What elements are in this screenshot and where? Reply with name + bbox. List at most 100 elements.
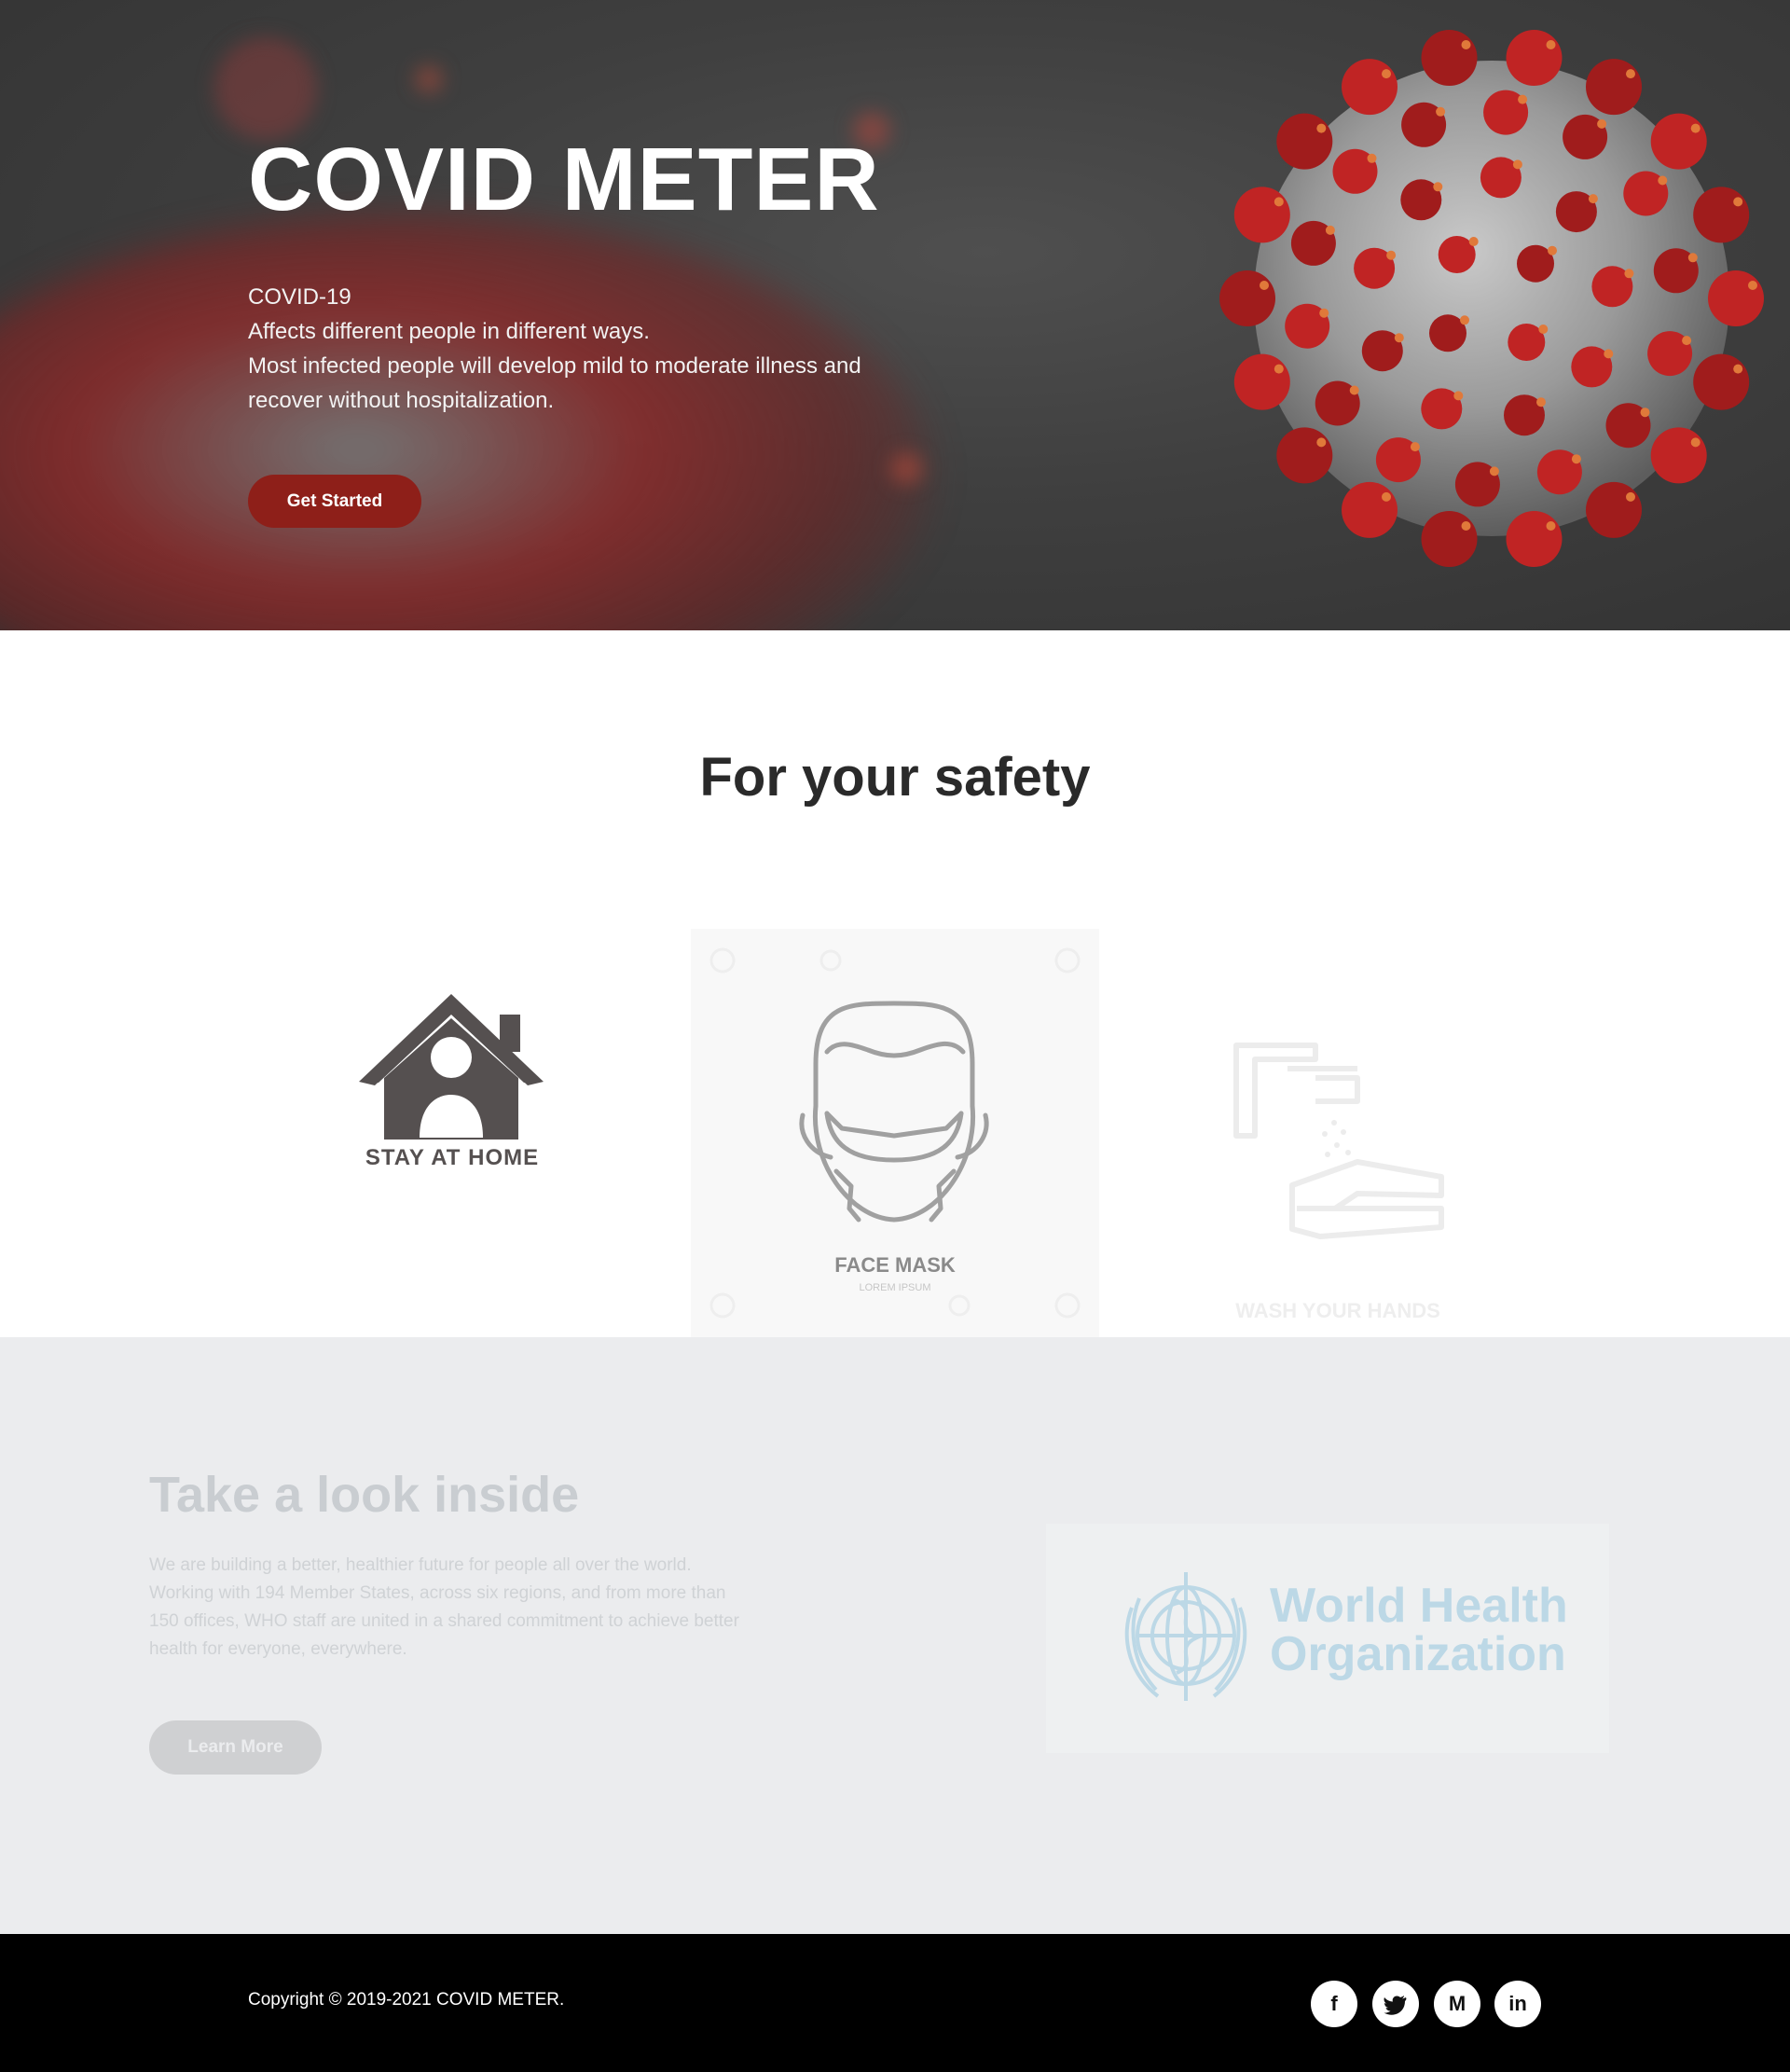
take-a-look-section: Take a look inside We are building a bet…	[0, 1337, 1790, 1934]
face-mask-card: FACE MASK LOREM IPSUM	[691, 929, 1099, 1337]
medium-icon[interactable]: M	[1434, 1981, 1480, 2027]
virus-protein	[1682, 336, 1692, 346]
virus-protein	[1316, 123, 1327, 133]
virus-spike	[1586, 59, 1642, 116]
hero-line: Most infected people will develop mild t…	[248, 353, 861, 379]
virus-protein	[1512, 159, 1522, 170]
twitter-bird-icon	[1384, 1996, 1407, 2015]
get-started-button[interactable]: Get Started	[248, 475, 421, 528]
hero-line: Affects different people in different wa…	[248, 319, 650, 344]
virus-spike	[1233, 353, 1290, 410]
virus-protein	[1349, 385, 1359, 395]
wash-hands-card: WASH YOUR HANDS	[1134, 929, 1542, 1337]
virus-protein	[1410, 442, 1420, 452]
virus-protein	[1604, 349, 1614, 359]
card-label: FACE MASK	[834, 1253, 956, 1277]
virus-protein	[1367, 153, 1377, 163]
virus-protein	[1687, 253, 1698, 263]
virus-spike	[1233, 186, 1290, 243]
virus-spike	[1693, 186, 1750, 243]
card-label: WASH YOUR HANDS	[1235, 1299, 1440, 1322]
who-logo-line: Organization	[1270, 1627, 1566, 1681]
blur-particle	[890, 452, 923, 485]
facebook-icon[interactable]: f	[1311, 1981, 1357, 2027]
coronavirus-image	[1219, 30, 1764, 567]
virus-protein	[1733, 197, 1743, 207]
virus-protein	[1489, 466, 1499, 477]
virus-protein	[1546, 40, 1556, 49]
virus-protein	[1597, 118, 1607, 129]
safety-title: For your safety	[699, 747, 1091, 808]
virus-protein	[1461, 521, 1471, 531]
virus-protein	[1382, 69, 1391, 79]
virus-protein	[1468, 237, 1479, 246]
who-emblem-icon	[1124, 1572, 1247, 1701]
twitter-icon[interactable]	[1372, 1981, 1419, 2027]
virus-protein	[1260, 281, 1269, 290]
virus-protein	[1274, 197, 1284, 207]
hero-description: COVID-19 Affects different people in dif…	[248, 280, 919, 418]
hero-title: COVID METER	[248, 130, 880, 229]
inside-line: 150 offices, WHO staff are united in a s…	[149, 1611, 739, 1631]
blur-particle	[214, 37, 317, 140]
virus-protein	[1386, 250, 1397, 260]
virus-protein	[1461, 40, 1471, 49]
virus-protein	[1274, 364, 1284, 374]
stay-at-home-card: STAY AT HOME	[248, 929, 656, 1337]
virus-spike	[1650, 427, 1707, 484]
linkedin-icon[interactable]: in	[1494, 1981, 1541, 2027]
hero-line: COVID-19	[248, 284, 351, 310]
virus-protein	[1316, 437, 1327, 448]
virus-protein	[1325, 225, 1335, 235]
virus-protein	[1690, 123, 1700, 133]
virus-protein	[1546, 521, 1556, 531]
virus-protein	[1518, 94, 1528, 104]
inside-title: Take a look inside	[149, 1467, 580, 1523]
virus-spike	[1421, 511, 1478, 567]
who-logo-text: World Health Organization	[1270, 1582, 1568, 1678]
virus-spike	[1506, 511, 1563, 567]
virus-spike	[1276, 427, 1333, 484]
virus-protein	[1626, 491, 1635, 502]
copyright-text: Copyright © 2019-2021 COVID METER.	[248, 1990, 565, 2010]
blurred-virus-background	[0, 214, 932, 630]
inside-description: We are building a better, healthier futu…	[149, 1552, 792, 1664]
virus-protein	[1658, 175, 1668, 186]
virus-protein	[1624, 269, 1634, 279]
virus-protein	[1571, 454, 1581, 464]
inside-line: Working with 194 Member States, across s…	[149, 1583, 726, 1603]
house-person-icon	[359, 994, 544, 1140]
who-logo: World Health Organization	[1046, 1524, 1609, 1753]
virus-protein	[1382, 491, 1391, 502]
virus-protein	[1690, 437, 1700, 448]
card-sublabel: LOREM IPSUM	[859, 1282, 931, 1293]
virus-spike	[1586, 481, 1642, 538]
card-label: STAY AT HOME	[365, 1145, 540, 1170]
virus-spike	[1650, 113, 1707, 170]
virus-protein	[1626, 69, 1635, 79]
virus-protein	[1640, 407, 1650, 418]
virus-spike	[1506, 30, 1563, 86]
learn-more-button[interactable]: Learn More	[149, 1720, 322, 1775]
virus-protein	[1453, 391, 1464, 401]
virus-protein	[1436, 106, 1446, 117]
virus-protein	[1536, 397, 1546, 407]
hand-wash-icon	[1233, 1043, 1444, 1239]
virus-spike	[1693, 353, 1750, 410]
virus-spike	[1342, 481, 1398, 538]
inside-line: health for everyone, everywhere.	[149, 1639, 407, 1659]
footer: Copyright © 2019-2021 COVID METER. f M i…	[0, 1934, 1790, 2072]
virus-spike	[1276, 113, 1333, 170]
inside-line: We are building a better, healthier futu…	[149, 1555, 692, 1575]
virus-protein	[1588, 194, 1598, 204]
virus-protein	[1460, 315, 1469, 325]
virus-spike	[1342, 59, 1398, 116]
virus-protein	[1538, 325, 1549, 334]
virus-protein	[1433, 182, 1443, 192]
hero-section: COVID METER COVID-19 Affects different p…	[0, 0, 1790, 630]
virus-spike	[1219, 270, 1275, 326]
virus-protein	[1394, 333, 1404, 343]
virus-protein	[1548, 245, 1557, 256]
who-logo-line: World Health	[1270, 1579, 1568, 1633]
virus-spike	[1421, 30, 1478, 86]
